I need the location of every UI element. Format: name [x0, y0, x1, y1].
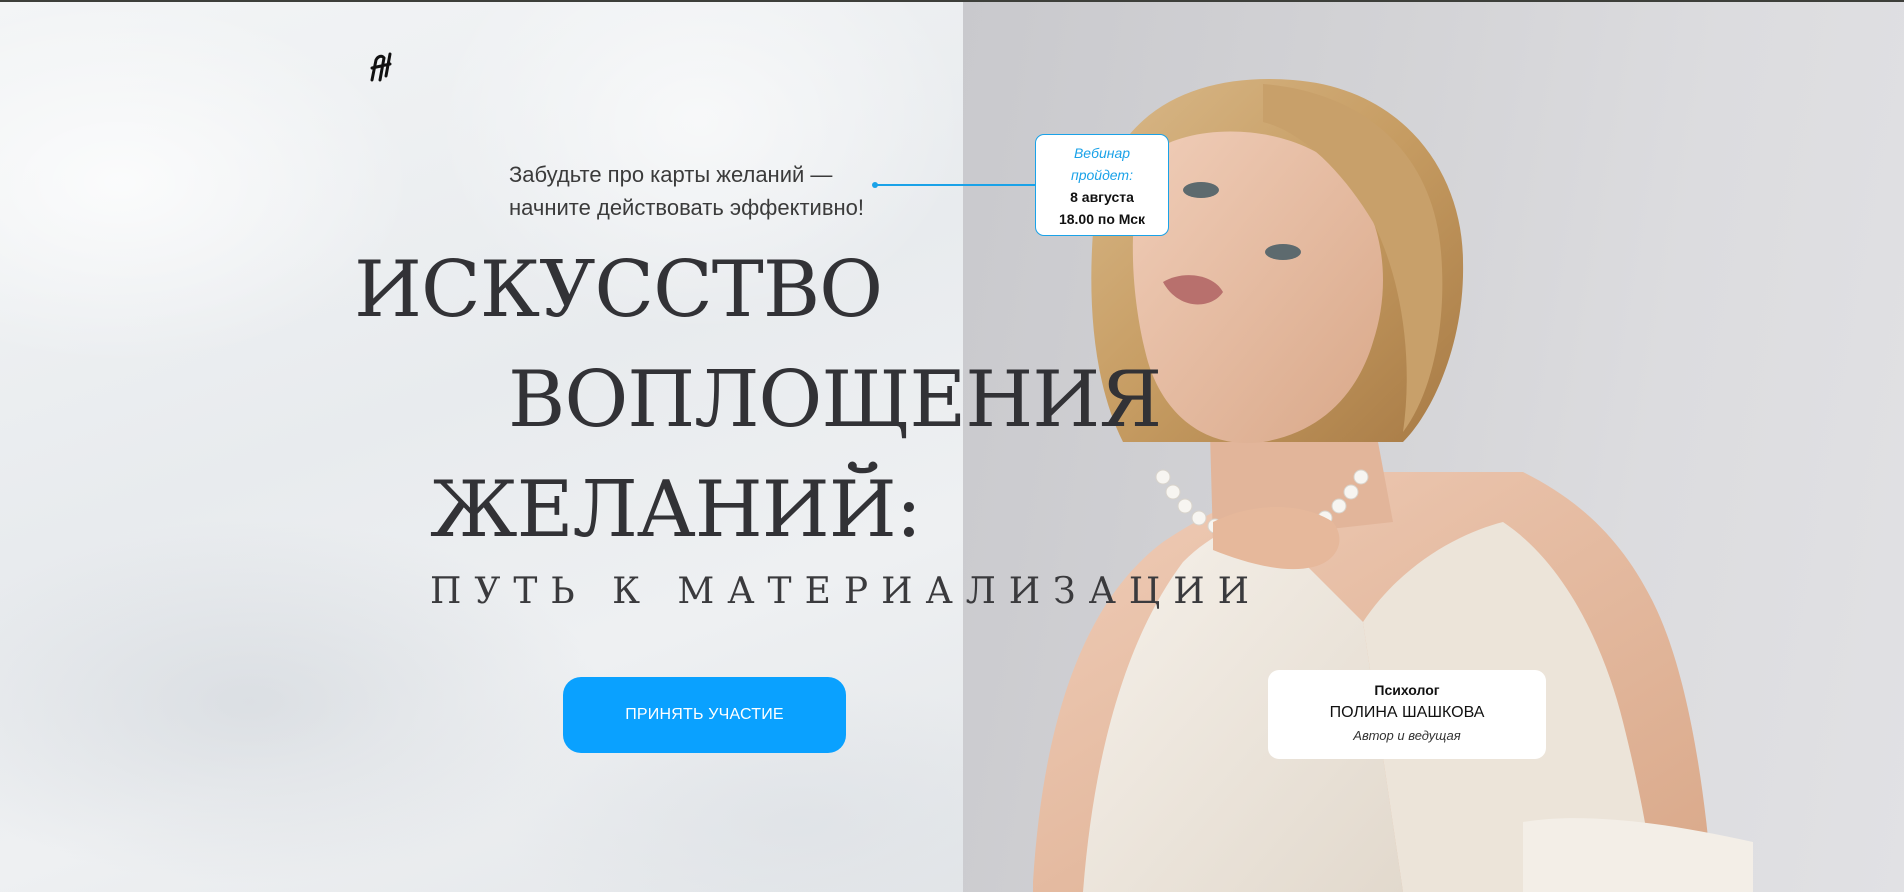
monogram-logo-icon[interactable] — [366, 50, 396, 82]
connector-dot — [872, 182, 878, 188]
author-card: Психолог ПОЛИНА ШАШКОВА Автор и ведущая — [1268, 670, 1546, 759]
hero-subtitle: ПУТЬ К МАТЕРИАЛИЗАЦИИ — [430, 571, 1263, 612]
webinar-label-line-2: пройдет: — [1071, 167, 1133, 183]
webinar-label-line-1: Вебинар — [1073, 145, 1131, 161]
left-background-panel — [0, 2, 963, 892]
author-role: Психолог — [1374, 682, 1440, 698]
author-name: ПОЛИНА ШАШКОВА — [1329, 704, 1485, 721]
author-description: Автор и ведущая — [1353, 728, 1461, 743]
webinar-date-badge: Вебинар пройдет: 8 августа 18.00 по Мск — [1035, 134, 1169, 236]
tagline-line-2: начните действовать эффективно! — [509, 195, 865, 220]
hero-title-line-3: ЖЕЛАНИЙ: — [430, 465, 922, 555]
hero-title-line-2: ВОПЛОЩЕНИЯ — [508, 355, 1162, 445]
webinar-time: 18.00 по Мск — [1058, 211, 1146, 227]
tagline-line-1: Забудьте про карты желаний — — [509, 162, 833, 187]
participate-button[interactable]: ПРИНЯТЬ УЧАСТИЕ — [563, 677, 846, 753]
connector-line — [873, 184, 1036, 186]
webinar-date: 8 августа — [1070, 189, 1134, 205]
hero-title-line-1: ИСКУССТВО — [354, 245, 883, 335]
tagline: Забудьте про карты желаний — начните дей… — [509, 158, 929, 224]
